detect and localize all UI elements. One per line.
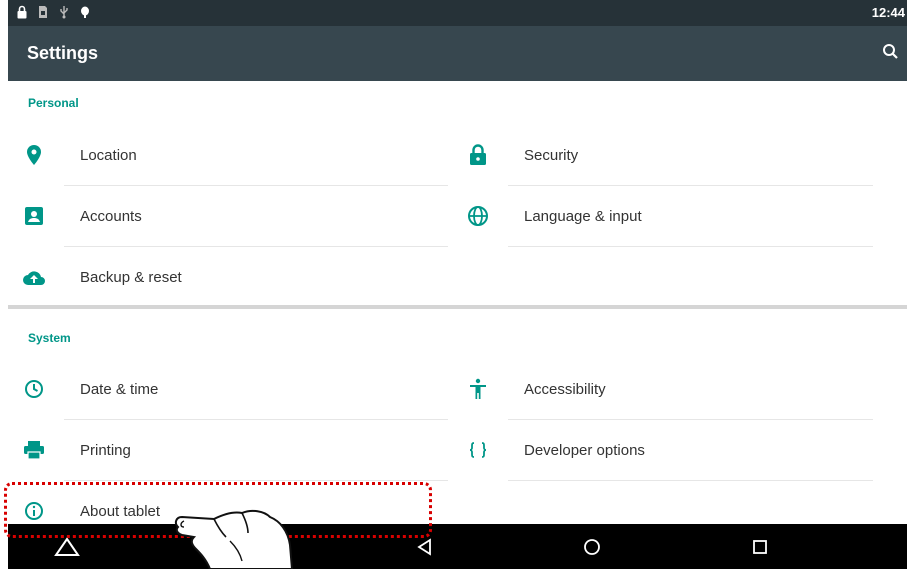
- lock-icon: [466, 143, 490, 167]
- settings-screen: 12:44 Settings Personal Location Securit…: [8, 0, 907, 569]
- recents-icon: [753, 540, 767, 554]
- search-button[interactable]: [881, 42, 901, 62]
- nav-recents-button[interactable]: [745, 532, 775, 562]
- item-label: Accessibility: [524, 380, 606, 398]
- item-label: Backup & reset: [80, 268, 182, 286]
- account-box-icon: [22, 204, 46, 228]
- nav-back-button[interactable]: [410, 532, 440, 562]
- settings-item-accounts[interactable]: Accounts: [8, 186, 448, 246]
- settings-item-developer-options[interactable]: Developer options: [452, 420, 907, 480]
- back-icon: [417, 538, 431, 556]
- sim-card-icon: [38, 5, 48, 19]
- item-label: Security: [524, 146, 579, 164]
- item-label: Language & input: [524, 207, 642, 225]
- settings-item-date-time[interactable]: Date & time: [8, 359, 448, 419]
- section-header-personal: Personal: [28, 96, 79, 110]
- cloud-upload-icon: [22, 265, 46, 289]
- home-triangle-icon: [54, 537, 80, 556]
- settings-item-security[interactable]: Security: [452, 125, 907, 185]
- nav-home-triangle-button[interactable]: [52, 532, 82, 562]
- braces-icon: [466, 438, 490, 462]
- accessibility-icon: [466, 377, 490, 401]
- lock-icon: [17, 5, 27, 19]
- settings-item-location[interactable]: Location: [8, 125, 448, 185]
- item-label: Date & time: [80, 380, 159, 398]
- status-time: 12:44: [871, 5, 905, 20]
- item-label: Developer options: [524, 441, 645, 459]
- search-icon: [883, 44, 898, 59]
- divider: [508, 480, 873, 481]
- printer-icon: [22, 438, 46, 462]
- settings-item-accessibility[interactable]: Accessibility: [452, 359, 907, 419]
- usb-icon: [59, 5, 69, 19]
- info-icon: [22, 499, 46, 523]
- clock-icon: [22, 377, 46, 401]
- settings-item-language[interactable]: Language & input: [452, 186, 907, 246]
- item-label: Accounts: [80, 207, 142, 225]
- section-separator: [8, 305, 907, 309]
- globe-icon: [466, 204, 490, 228]
- settings-item-printing[interactable]: Printing: [8, 420, 448, 480]
- section-header-system: System: [28, 331, 71, 345]
- location-pin-icon: [22, 143, 46, 167]
- divider: [508, 246, 873, 247]
- item-label: Location: [80, 146, 137, 164]
- item-label: About tablet: [80, 502, 161, 520]
- page-title: Settings: [27, 43, 99, 63]
- home-icon: [584, 539, 600, 555]
- item-label: Printing: [80, 441, 131, 459]
- app-bar: Settings: [8, 26, 907, 81]
- navigation-bar: [8, 524, 907, 569]
- settings-item-backup[interactable]: Backup & reset: [8, 247, 448, 307]
- status-bar: 12:44: [8, 0, 907, 26]
- nav-home-button[interactable]: [577, 532, 607, 562]
- debug-bug-icon: [80, 5, 90, 19]
